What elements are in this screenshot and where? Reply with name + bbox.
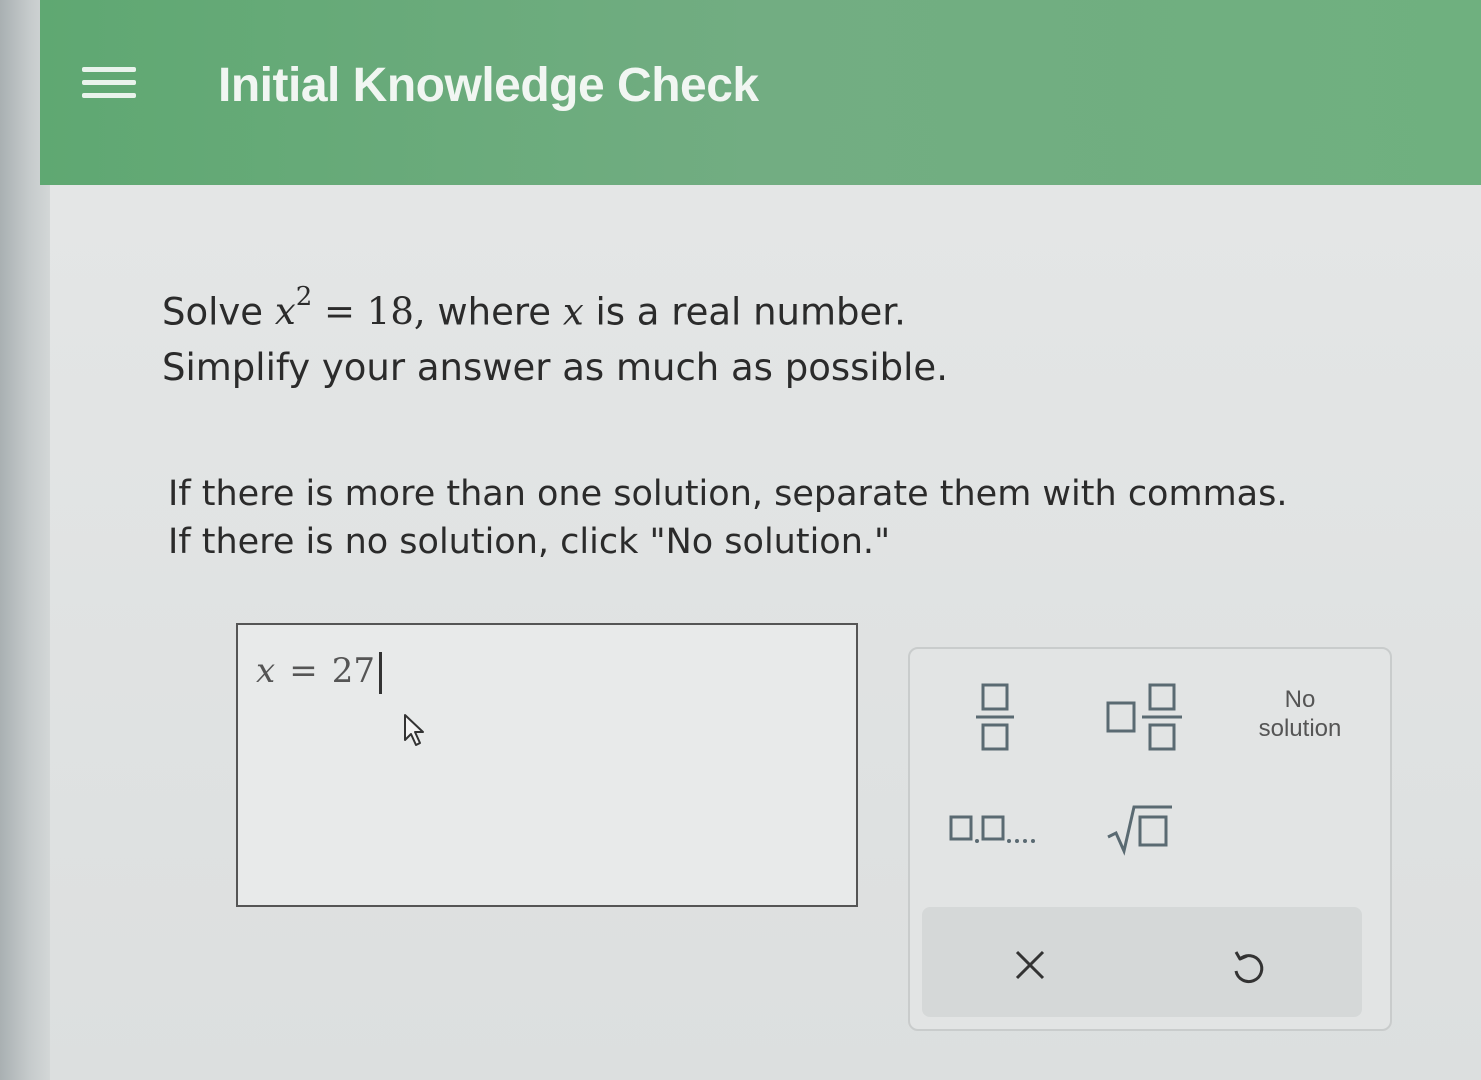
answer-variable: x <box>256 651 276 691</box>
mixed-number-key[interactable] <box>1100 677 1190 757</box>
list-icon <box>949 815 1035 843</box>
no-solution-key[interactable]: No solution <box>1240 679 1360 749</box>
answer-equals: = <box>289 651 318 691</box>
no-solution-label-line-2: solution <box>1258 715 1342 742</box>
undo-icon <box>1234 951 1264 984</box>
clear-button[interactable] <box>1000 935 1060 995</box>
instructions: If there is more than one solution, sepa… <box>168 470 1368 566</box>
problem-line-2: Simplify your answer as much as possible… <box>162 346 948 390</box>
undo-button[interactable] <box>1218 939 1278 999</box>
answer-expression: x = 27 <box>256 651 382 694</box>
close-icon <box>1015 950 1045 980</box>
menu-button[interactable] <box>82 52 142 112</box>
problem-statement: Solve x2 = 18, where x is a real number.… <box>162 275 1162 396</box>
page-title: Initial Knowledge Check <box>218 59 759 112</box>
instruction-line-2: If there is no solution, click "No solut… <box>168 522 891 562</box>
menu-icon-bar <box>82 79 136 85</box>
instruction-line-1: If there is more than one solution, sepa… <box>168 474 1288 514</box>
list-key[interactable] <box>940 799 1050 859</box>
keypad-footer <box>922 907 1362 1017</box>
text-caret <box>378 652 382 694</box>
answer-input[interactable]: x = 27 <box>236 623 858 907</box>
answer-value: 27 <box>331 651 375 691</box>
no-solution-label-line-1: No <box>1284 686 1316 713</box>
mouse-pointer-icon <box>404 714 424 746</box>
menu-icon-bar <box>82 66 136 72</box>
square-root-icon <box>1107 805 1172 856</box>
fraction-icon <box>976 683 1014 751</box>
square-root-key[interactable] <box>1100 797 1180 861</box>
menu-icon-bar <box>82 92 136 98</box>
equation: x2 = 18, <box>274 282 426 334</box>
main-content: Solve x2 = 18, where x is a real number.… <box>50 185 1481 1080</box>
mixed-number-icon <box>1106 683 1182 751</box>
fraction-key[interactable] <box>960 677 1030 757</box>
math-keypad: No solution <box>908 647 1392 1031</box>
problem-line-1: Solve x2 = 18, where x is a real number. <box>162 282 906 334</box>
